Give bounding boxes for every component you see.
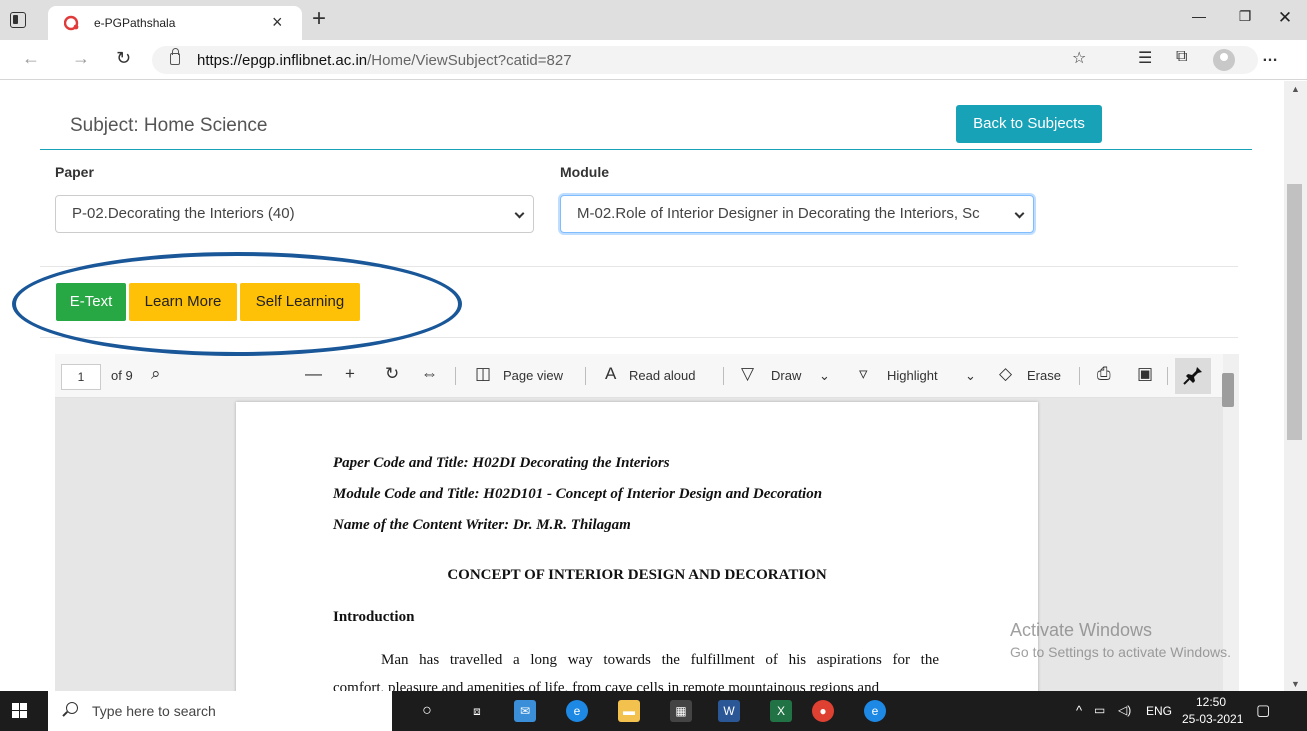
browser-toolbar: ← → ↻ https://epgp.inflibnet.ac.in/Home/… (0, 40, 1307, 80)
read-aloud-button[interactable]: Read aloud (629, 368, 696, 383)
forward-icon[interactable]: → (72, 48, 90, 69)
print-icon[interactable]: ⎙ (1097, 364, 1111, 384)
scroll-up-icon[interactable]: ▲ (1291, 84, 1300, 94)
refresh-icon[interactable]: ↻ (116, 48, 131, 69)
tab-title: e-PGPathshala (94, 16, 176, 30)
toolbar-separator (1079, 367, 1080, 385)
network-icon[interactable]: ▭ (1094, 703, 1105, 717)
toolbar-separator (455, 367, 456, 385)
toolbar-separator (585, 367, 586, 385)
profile-avatar[interactable] (1213, 49, 1235, 71)
draw-icon[interactable]: ▽ (741, 364, 754, 384)
back-to-subjects-button[interactable]: Back to Subjects (956, 105, 1102, 143)
pin-icon (1183, 367, 1202, 385)
page-content: Subject: Home Science Back to Subjects P… (0, 81, 1284, 691)
search-icon (66, 702, 78, 714)
pin-toolbar-button[interactable] (1175, 358, 1211, 394)
mail-icon[interactable]: ✉ (514, 700, 536, 722)
page-count: of 9 (111, 368, 133, 383)
page-view-icon[interactable]: ◫ (475, 364, 491, 384)
browser-tab[interactable]: e-PGPathshala × (48, 6, 302, 40)
module-select-value: M-02.Role of Interior Designer in Decora… (577, 205, 980, 222)
scroll-down-icon[interactable]: ▼ (1291, 679, 1300, 689)
annotation-ellipse (12, 252, 462, 356)
lock-icon (170, 48, 180, 65)
module-select[interactable]: M-02.Role of Interior Designer in Decora… (560, 195, 1034, 233)
edge-icon[interactable]: e (566, 700, 588, 722)
site-favicon-icon (64, 15, 79, 31)
windows-start-icon[interactable] (12, 703, 28, 719)
zoom-out-icon[interactable]: — (305, 364, 322, 384)
paper-select[interactable]: P-02.Decorating the Interiors (40) (55, 195, 534, 233)
zoom-in-icon[interactable]: + (345, 364, 355, 384)
pdf-toolbar: 1 of 9 ⌕ — + ↻ ⇔ ◫ Page view A Read alou… (55, 354, 1239, 398)
rotate-icon[interactable]: ↻ (385, 364, 399, 384)
browser-tab-strip: e-PGPathshala × + — ❐ ✕ (0, 0, 1307, 40)
cortana-icon[interactable]: ○ (416, 700, 438, 722)
taskbar-search-placeholder: Type here to search (92, 703, 216, 719)
activate-windows-text: Go to Settings to activate Windows. (1010, 644, 1231, 660)
taskbar-search[interactable]: Type here to search (48, 691, 392, 731)
doc-paper-code: Paper Code and Title: H02DI Decorating t… (333, 455, 670, 471)
erase-icon[interactable]: ◇ (999, 364, 1012, 384)
more-menu-icon[interactable]: … (1262, 48, 1278, 66)
doc-paragraph-line: comfort, pleasure and amenities of life,… (333, 680, 880, 691)
doc-writer: Name of the Content Writer: Dr. M.R. Thi… (333, 517, 631, 533)
tray-chevron-icon[interactable]: ^ (1076, 703, 1082, 718)
page-number-input[interactable]: 1 (61, 364, 101, 390)
pdf-scrollbar-thumb[interactable] (1222, 373, 1234, 407)
url-text: https://epgp.inflibnet.ac.in/Home/ViewSu… (197, 52, 572, 69)
favorites-list-icon[interactable]: ☰ (1138, 48, 1152, 68)
chrome-icon[interactable]: ● (812, 700, 834, 722)
close-window-icon[interactable]: ✕ (1262, 8, 1307, 32)
notifications-icon[interactable]: ▢ (1256, 701, 1270, 719)
pdf-page: Paper Code and Title: H02DI Decorating t… (236, 402, 1038, 691)
subject-title: Subject: Home Science (70, 115, 268, 136)
clock-time[interactable]: 12:50 (1196, 695, 1226, 709)
toolbar-separator (1167, 367, 1168, 385)
draw-button[interactable]: Draw (771, 368, 801, 383)
word-icon[interactable]: W (718, 700, 740, 722)
doc-paragraph-line: Man has travelled a long way towards the… (381, 652, 939, 668)
paper-select-value: P-02.Decorating the Interiors (40) (72, 205, 295, 222)
language-indicator[interactable]: ENG (1146, 704, 1172, 718)
activate-windows-title: Activate Windows (1010, 620, 1153, 640)
address-bar[interactable]: https://epgp.inflibnet.ac.in/Home/ViewSu… (152, 46, 1258, 74)
file-explorer-icon[interactable]: ▬ (618, 700, 640, 722)
search-icon[interactable]: ⌕ (151, 364, 161, 384)
page-view-button[interactable]: Page view (503, 368, 563, 383)
back-icon[interactable]: ← (22, 48, 40, 69)
highlight-icon[interactable]: ▿ (859, 364, 868, 384)
chevron-down-icon (514, 208, 525, 219)
tab-actions-icon[interactable] (10, 12, 26, 28)
clock-date[interactable]: 25-03-2021 (1182, 712, 1243, 726)
read-aloud-icon[interactable]: A (605, 364, 616, 384)
edge-active-icon[interactable]: e (864, 700, 886, 722)
paper-label: Paper (55, 164, 94, 180)
task-view-icon[interactable]: ⧈ (466, 700, 488, 722)
module-label: Module (560, 164, 609, 180)
doc-subheading: Introduction (333, 609, 415, 625)
erase-button[interactable]: Erase (1027, 368, 1061, 383)
new-tab-icon[interactable]: + (312, 7, 326, 31)
tab-close-icon[interactable]: × (272, 12, 283, 32)
windows-taskbar: Type here to search ○ ⧈ ✉ e ▬ ▦ W X ● e … (0, 691, 1307, 731)
collections-icon[interactable]: ⧉ (1176, 48, 1187, 66)
store-icon[interactable]: ▦ (670, 700, 692, 722)
minimize-icon[interactable]: — (1176, 8, 1222, 32)
doc-module-code: Module Code and Title: H02D101 - Concept… (333, 486, 823, 502)
favorite-star-icon[interactable]: ☆ (1072, 48, 1086, 68)
volume-icon[interactable]: ◁) (1118, 703, 1131, 717)
chevron-down-icon[interactable]: ⌄ (965, 368, 976, 384)
highlight-button[interactable]: Highlight (887, 368, 938, 383)
chevron-down-icon[interactable]: ⌄ (819, 368, 830, 384)
header-divider (40, 149, 1252, 150)
page-scrollbar-thumb[interactable] (1287, 184, 1302, 440)
chevron-down-icon (1014, 208, 1025, 219)
fit-width-icon[interactable]: ⇔ (421, 364, 438, 384)
toolbar-separator (723, 367, 724, 385)
doc-heading: CONCEPT OF INTERIOR DESIGN AND DECORATIO… (447, 567, 827, 583)
excel-icon[interactable]: X (770, 700, 792, 722)
save-icon[interactable]: ▣ (1137, 364, 1153, 384)
